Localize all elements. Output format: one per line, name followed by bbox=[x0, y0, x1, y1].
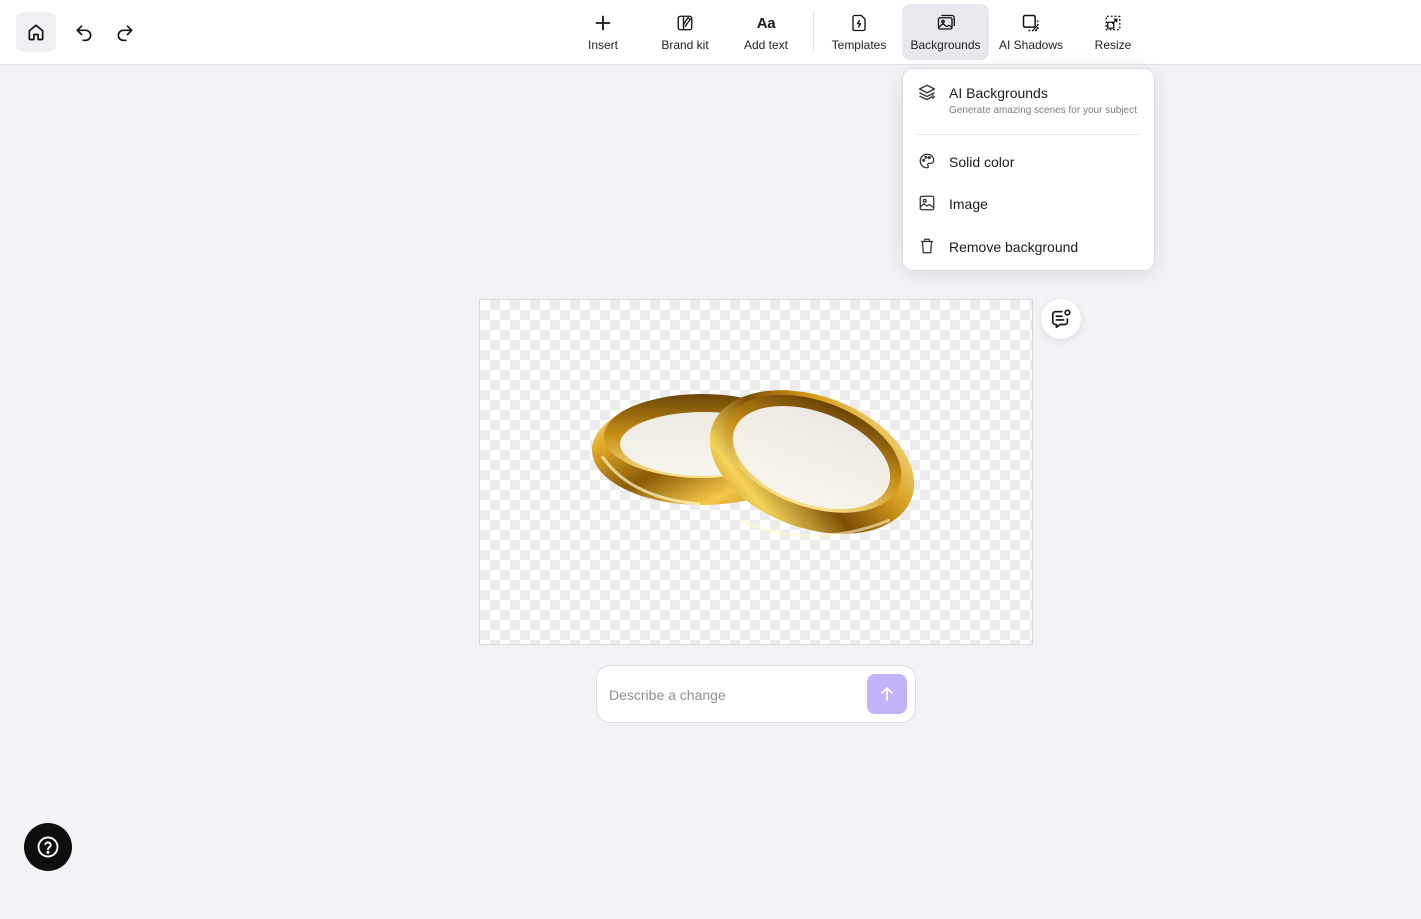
tool-templates[interactable]: Templates bbox=[826, 4, 892, 60]
chat-plus-icon bbox=[1051, 309, 1071, 329]
layers-sparkle-icon bbox=[918, 84, 936, 101]
plus-icon bbox=[595, 15, 611, 31]
question-icon bbox=[37, 836, 59, 858]
tool-insert-label: Insert bbox=[587, 38, 618, 52]
redo-button[interactable] bbox=[109, 16, 141, 48]
menu-item-remove-background[interactable]: Remove background bbox=[903, 226, 1154, 266]
menu-item-solid-color[interactable]: Solid color bbox=[903, 141, 1154, 181]
describe-change-box bbox=[596, 665, 916, 723]
text-icon: Aa bbox=[756, 14, 776, 32]
tool-resize-label: Resize bbox=[1094, 38, 1132, 52]
menu-item-remove-background-title: Remove background bbox=[949, 239, 1079, 255]
home-icon bbox=[28, 24, 44, 41]
tool-ai-shadows-label: AI Shadows bbox=[998, 38, 1064, 52]
trash-icon bbox=[921, 238, 933, 254]
backgrounds-icon bbox=[937, 14, 955, 30]
shadow-icon bbox=[1022, 14, 1039, 32]
top-toolbar: Insert Brand kit Aa Add text Templates B… bbox=[0, 0, 1421, 65]
gold-rings-image[interactable] bbox=[590, 370, 920, 560]
menu-item-ai-backgrounds[interactable]: AI Backgrounds Generate amazing scenes f… bbox=[903, 69, 1154, 133]
resize-icon bbox=[1105, 15, 1121, 31]
tool-add-text[interactable]: Aa Add text bbox=[738, 4, 794, 60]
feedback-button[interactable] bbox=[1041, 299, 1081, 339]
tool-backgrounds[interactable]: Backgrounds bbox=[902, 4, 989, 60]
help-button[interactable] bbox=[24, 823, 72, 871]
backgrounds-dropdown: AI Backgrounds Generate amazing scenes f… bbox=[903, 69, 1154, 270]
undo-button[interactable] bbox=[68, 16, 100, 48]
tool-resize[interactable]: Resize bbox=[1091, 4, 1135, 60]
menu-item-ai-backgrounds-subtitle: Generate amazing scenes for your subject bbox=[949, 105, 1137, 116]
home-button[interactable] bbox=[16, 12, 56, 52]
tool-templates-label: Templates bbox=[831, 38, 887, 52]
menu-item-solid-color-title: Solid color bbox=[949, 154, 1015, 170]
tool-backgrounds-label: Backgrounds bbox=[910, 38, 981, 52]
menu-item-image[interactable]: Image bbox=[903, 183, 1154, 223]
tool-ai-shadows[interactable]: AI Shadows bbox=[997, 4, 1065, 60]
tool-brand-kit[interactable]: Brand kit bbox=[656, 4, 714, 60]
describe-change-input[interactable] bbox=[609, 680, 859, 710]
image-icon bbox=[919, 195, 935, 211]
menu-divider bbox=[917, 134, 1139, 135]
image-canvas[interactable] bbox=[479, 299, 1033, 645]
menu-item-ai-backgrounds-title: AI Backgrounds bbox=[949, 85, 1048, 101]
redo-icon bbox=[117, 25, 133, 42]
tool-add-text-label: Add text bbox=[743, 38, 789, 52]
send-button[interactable] bbox=[867, 674, 907, 714]
brand-kit-icon bbox=[677, 15, 693, 31]
menu-item-image-title: Image bbox=[949, 196, 988, 212]
tool-insert[interactable]: Insert bbox=[578, 4, 628, 60]
undo-icon bbox=[76, 25, 92, 42]
tool-brand-kit-label: Brand kit bbox=[661, 38, 709, 52]
palette-icon bbox=[919, 153, 935, 169]
templates-icon bbox=[852, 14, 866, 32]
arrow-up-icon bbox=[881, 687, 893, 701]
toolbar-divider bbox=[813, 11, 814, 51]
